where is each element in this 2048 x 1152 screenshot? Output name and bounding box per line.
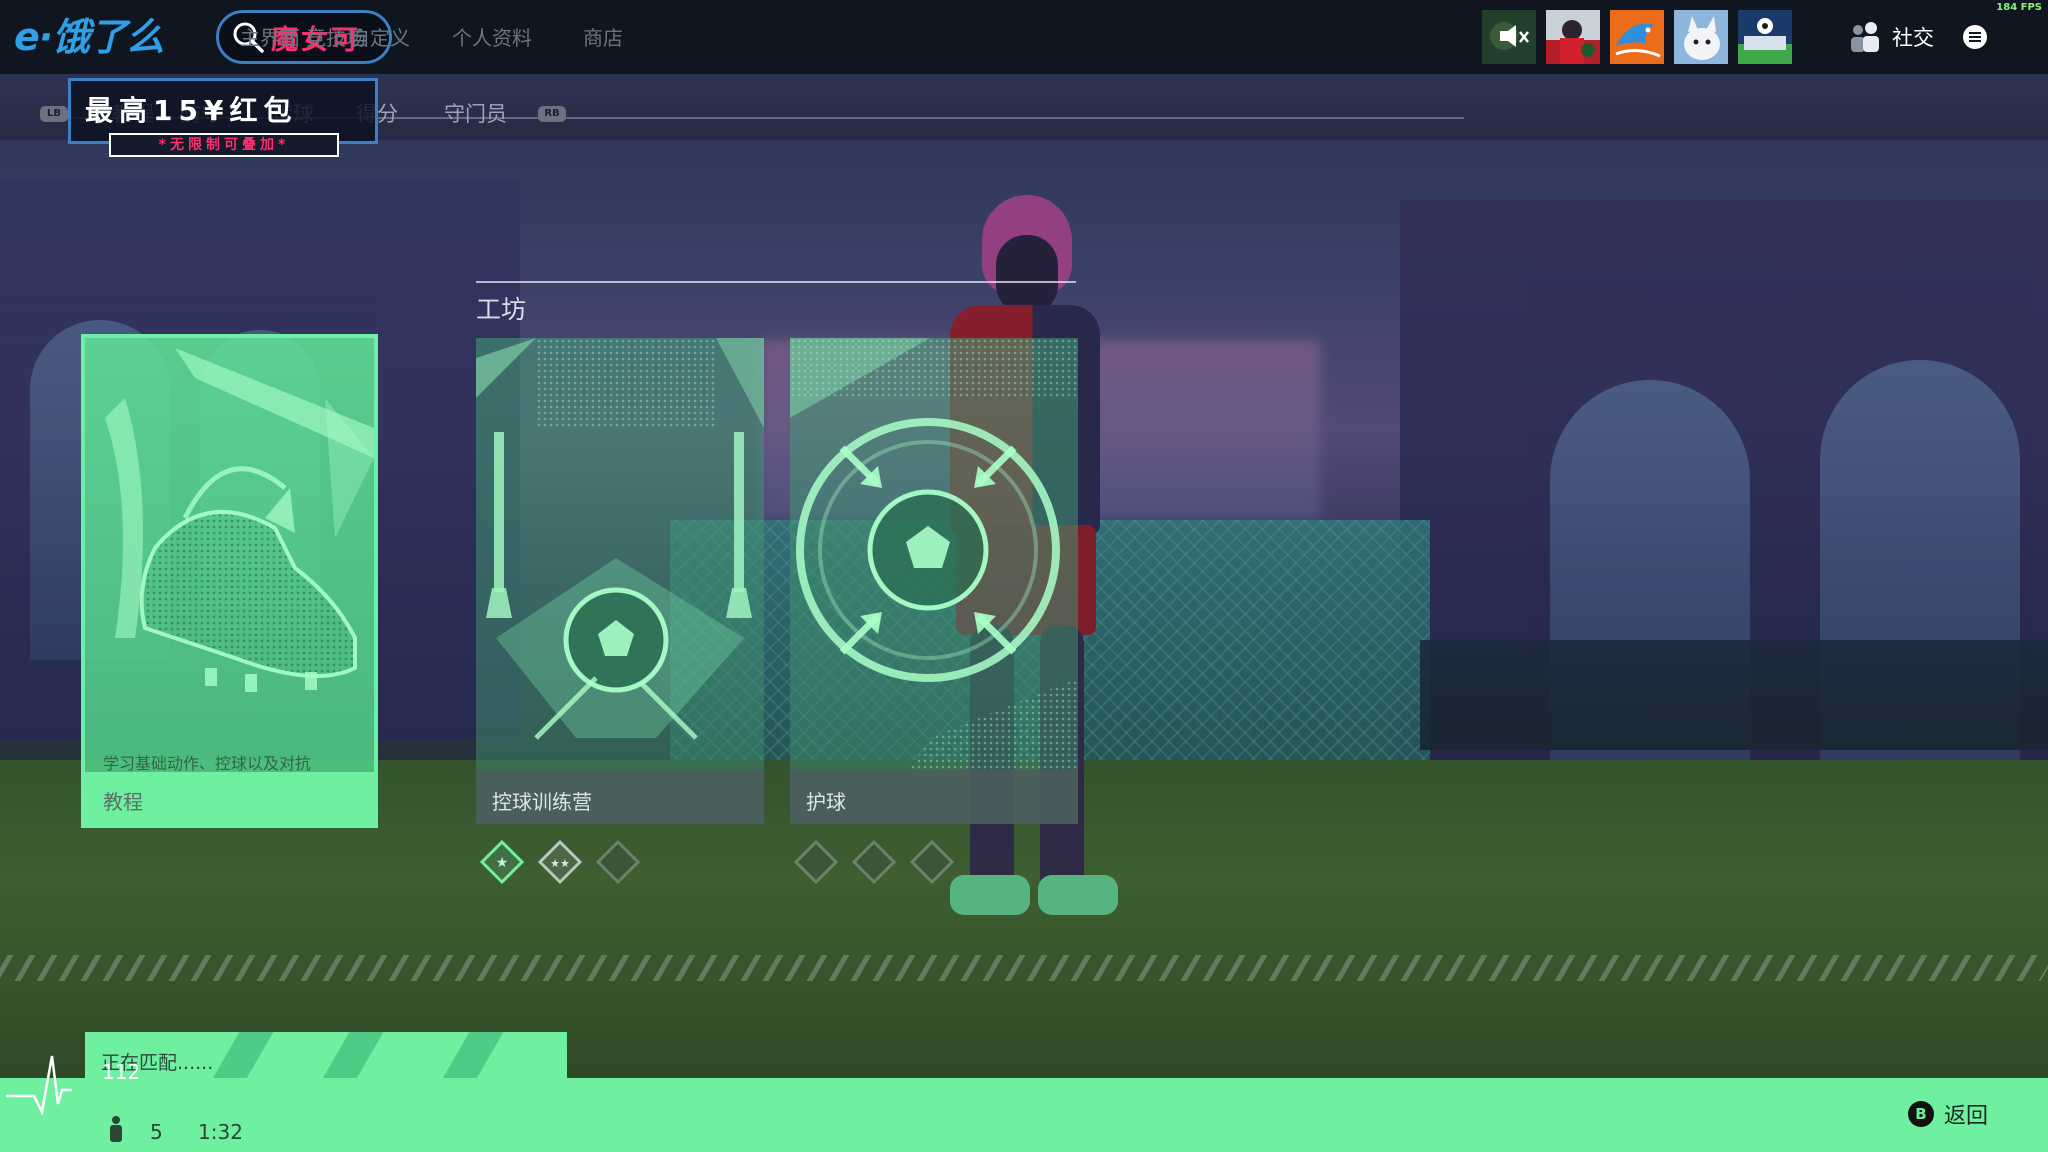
white-creature-avatar[interactable] xyxy=(1674,10,1728,64)
matchmaking-strip: 正在匹配...... xyxy=(85,1032,567,1078)
nav-custom-label: 自定义 xyxy=(350,26,410,50)
football-pitch-avatar[interactable] xyxy=(1738,10,1792,64)
social-label: 社交 xyxy=(1892,26,1934,50)
ball-shielding-label-bar: 护球 xyxy=(790,770,1078,824)
nav-profile[interactable]: 个人资料 xyxy=(452,22,532,51)
tutorial-label: 教程 xyxy=(103,790,143,814)
nav-shop[interactable]: 商店 xyxy=(583,22,623,51)
nav-profile-label: 个人资料 xyxy=(452,26,532,50)
nav-shop-label: 商店 xyxy=(583,26,623,50)
subtab-goalkeeper-label: 守门员 xyxy=(444,102,507,126)
svg-text:★★: ★★ xyxy=(550,857,570,870)
heartbeat-pulse-icon xyxy=(6,1055,72,1116)
rating-diamond-empty-icon xyxy=(793,840,839,884)
friends-icon xyxy=(1851,22,1879,52)
ball-shielding-rating xyxy=(793,840,955,884)
dolphin-avatar[interactable] xyxy=(1610,10,1664,64)
ball-shielding-label: 护球 xyxy=(806,790,846,814)
svg-text:★: ★ xyxy=(496,855,509,871)
muted-avatar-icon[interactable] xyxy=(1482,10,1536,64)
rb-label: RB xyxy=(544,108,560,119)
promo-banner[interactable]: 最高15¥红包 *无限制可叠加* xyxy=(68,78,378,157)
red-player-avatar[interactable] xyxy=(1546,10,1600,64)
bottom-bar xyxy=(0,1078,2048,1152)
rating-diamond-empty-icon xyxy=(595,840,641,884)
ball-shielding-icon xyxy=(790,338,1078,770)
b-button-icon: B xyxy=(1908,1101,1934,1127)
rating-diamond-empty-icon xyxy=(909,840,955,884)
rating-diamond-1-star-icon: ★ xyxy=(479,840,525,884)
rating-diamond-2-star-icon: ★★ xyxy=(537,840,583,884)
lb-button-hint: LB xyxy=(40,106,68,122)
nav-home[interactable]: 主界面 xyxy=(240,22,300,51)
brand-logo: e·饿了么 xyxy=(14,8,204,59)
player-count-icon xyxy=(110,1116,122,1142)
soccer-cleat-icon xyxy=(105,348,374,692)
player-count: 5 xyxy=(150,1120,163,1144)
rating-diamond-empty-icon xyxy=(851,840,897,884)
tutorial-card[interactable]: 学习基础动作、控球以及对抗 教程 xyxy=(81,334,378,828)
social-button[interactable]: 社交 xyxy=(1846,18,1934,56)
ping-value: 112 xyxy=(102,1060,141,1084)
nav-home-label: 主界面 xyxy=(240,26,300,50)
brand-logo-text: e·饿了么 xyxy=(14,14,164,59)
ball-control-camp-card[interactable]: 控球训练营 xyxy=(476,338,764,824)
subtab-goalkeeper[interactable]: 守门员 xyxy=(444,98,507,128)
ball-control-camp-rating: ★ ★★ xyxy=(479,840,641,884)
promo-subtitle: *无限制可叠加* xyxy=(109,133,339,157)
tutorial-description: 学习基础动作、控球以及对抗 xyxy=(103,754,312,772)
ball-control-camp-label: 控球训练营 xyxy=(492,790,592,814)
back-button[interactable]: B 返回 xyxy=(1908,1098,1988,1130)
settings-menu-icon[interactable] xyxy=(1962,24,1988,50)
ball-control-camp-icon xyxy=(476,338,764,740)
nav-custom[interactable]: 自定义 xyxy=(350,22,410,51)
ball-shielding-card[interactable]: 护球 xyxy=(790,338,1078,824)
matchmaking-timer: 1:32 xyxy=(198,1120,243,1144)
rb-button-hint: RB xyxy=(538,106,566,122)
tutorial-label-bar: 教程 xyxy=(85,772,374,824)
back-label: 返回 xyxy=(1944,1104,1989,1129)
ball-control-camp-label-bar: 控球训练营 xyxy=(476,770,764,824)
workshop-title: 工坊 xyxy=(476,295,527,324)
lb-label: LB xyxy=(47,108,61,119)
fps-counter: 184 FPS xyxy=(1996,2,2042,13)
workshop-divider xyxy=(476,281,1076,283)
promo-title: 最高15¥红包 xyxy=(85,94,298,127)
